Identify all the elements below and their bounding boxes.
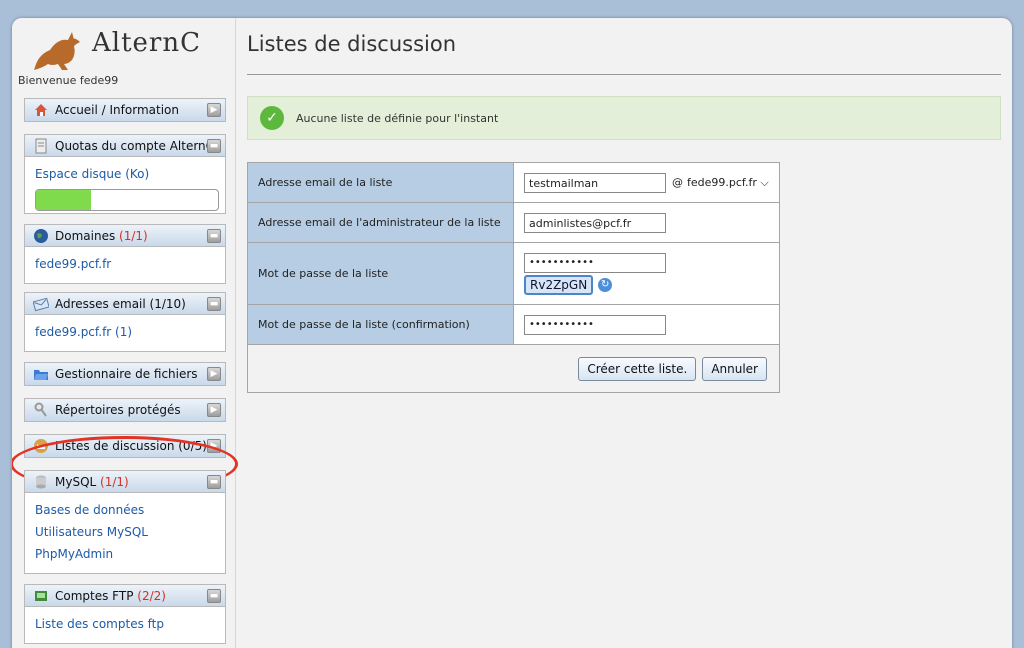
form-row-admin: Adresse email de l'administrateur de la … <box>247 202 780 243</box>
form-row-password: Mot de passe de la liste ••••••••••• Rv2… <box>247 242 780 305</box>
menu-mysql: MySQL (1/1) ▬ Bases de données Utilisate… <box>24 470 226 574</box>
disk-quota-bar <box>35 189 219 211</box>
expand-arrow-icon[interactable]: ▶ <box>207 403 221 417</box>
menu-fichiers[interactable]: Gestionnaire de fichiers ▶ <box>24 362 226 386</box>
document-icon <box>33 138 49 154</box>
collapse-icon[interactable]: ▬ <box>207 229 221 243</box>
envelope-icon <box>33 296 49 312</box>
quota-fill <box>36 190 91 210</box>
collapse-icon[interactable]: ▬ <box>207 297 221 311</box>
quota-disk-link[interactable]: Espace disque (Ko) <box>35 163 215 185</box>
menu-mysql-label: MySQL <box>55 474 97 489</box>
welcome-text: Bienvenue fede99 <box>18 74 119 87</box>
confirm-label: Mot de passe de la liste (confirmation) <box>247 304 514 345</box>
folder-icon <box>33 366 49 382</box>
mysql-users-link[interactable]: Utilisateurs MySQL <box>35 521 215 543</box>
expand-arrow-icon[interactable]: ▶ <box>207 367 221 381</box>
info-notice: ✓ Aucune liste de définie pour l'instant <box>247 96 1001 140</box>
menu-fichiers-label: Gestionnaire de fichiers <box>55 367 198 381</box>
cancel-button[interactable]: Annuler <box>702 356 767 381</box>
mysql-databases-link[interactable]: Bases de données <box>35 499 215 521</box>
menu-accueil[interactable]: Accueil / Information ▶ <box>24 98 226 122</box>
globe-icon <box>33 228 49 244</box>
list-email-input[interactable]: testmailman <box>524 172 666 193</box>
confirm-password-input[interactable]: ••••••••••• <box>524 314 666 335</box>
collapse-icon[interactable]: ▬ <box>207 589 221 603</box>
title-divider <box>247 74 1001 75</box>
menu-domaines: Domaines (1/1) ▬ fede99.pcf.fr <box>24 224 226 284</box>
menu-repertoires-label: Répertoires protégés <box>55 403 181 417</box>
menu-adresses-label: Adresses email (1/10) <box>55 296 186 311</box>
alternc-logo[interactable]: AlternC <box>28 24 218 74</box>
password-input[interactable]: ••••••••••• <box>524 252 666 273</box>
main-content: Listes de discussion ✓ Aucune liste de d… <box>247 18 1012 648</box>
create-list-button[interactable]: Créer cette liste. <box>578 356 697 381</box>
email-label: Adresse email de la liste <box>247 162 514 203</box>
menu-ftp-label: Comptes FTP <box>55 588 134 603</box>
password-label: Mot de passe de la liste <box>247 242 514 305</box>
browser-window: AlternC Bienvenue fede99 Accueil / Infor… <box>12 18 1012 648</box>
form-row-confirm: Mot de passe de la liste (confirmation) … <box>247 304 780 345</box>
menu-accueil-label: Accueil / Information <box>55 103 179 117</box>
menu-adresses: Adresses email (1/10) ▬ fede99.pcf.fr (1… <box>24 292 226 352</box>
collapse-icon[interactable]: ▬ <box>207 475 221 489</box>
admin-label: Adresse email de l'administrateur de la … <box>247 202 514 243</box>
form-row-buttons: Créer cette liste. Annuler <box>247 344 780 393</box>
menu-repertoires[interactable]: Répertoires protégés ▶ <box>24 398 226 422</box>
notice-text: Aucune liste de définie pour l'instant <box>296 111 499 125</box>
ftp-count: (2/2) <box>137 588 166 603</box>
domaines-count: (1/1) <box>119 228 148 243</box>
key-icon <box>33 402 49 418</box>
mysql-count: (1/1) <box>100 474 129 489</box>
menu-ftp: Comptes FTP (2/2) ▬ Liste des comptes ft… <box>24 584 226 644</box>
form-row-email: Adresse email de la liste testmailman @ fe… <box>247 162 780 203</box>
home-icon <box>33 102 49 118</box>
collapse-icon[interactable]: ▬ <box>207 139 221 153</box>
logo-text: AlternC <box>92 28 201 58</box>
at-sign: @ <box>672 175 683 189</box>
check-icon: ✓ <box>260 106 284 130</box>
create-list-form: Adresse email de la liste testmailman @ fe… <box>247 162 780 393</box>
domain-link[interactable]: fede99.pcf.fr <box>35 253 215 275</box>
menu-quotas-label: Quotas du compte AlternC <box>55 138 215 153</box>
refresh-icon[interactable]: ↻ <box>598 277 613 292</box>
menu-domaines-label: Domaines <box>55 228 116 243</box>
admin-email-input[interactable]: adminlistes@pcf.fr <box>524 212 666 233</box>
email-domain-link[interactable]: fede99.pcf.fr (1) <box>35 321 215 343</box>
domain-select-value: fede99.pcf.fr <box>687 175 757 189</box>
domain-select[interactable]: fede99.pcf.fr ⌵ <box>687 176 769 190</box>
generated-password: Rv2ZpGN <box>524 274 594 295</box>
chevron-down-icon: ⌵ <box>760 175 769 189</box>
sidebar: AlternC Bienvenue fede99 Accueil / Infor… <box>12 18 238 648</box>
ftp-accounts-link[interactable]: Liste des comptes ftp <box>35 613 215 635</box>
page-title: Listes de discussion <box>247 32 457 56</box>
phpmyadmin-link[interactable]: PhpMyAdmin <box>35 543 215 565</box>
database-icon <box>33 474 49 490</box>
ftp-icon <box>33 588 49 604</box>
menu-quotas: Quotas du compte AlternC ▬ Espace disque… <box>24 134 226 214</box>
expand-arrow-icon[interactable]: ▶ <box>207 103 221 117</box>
